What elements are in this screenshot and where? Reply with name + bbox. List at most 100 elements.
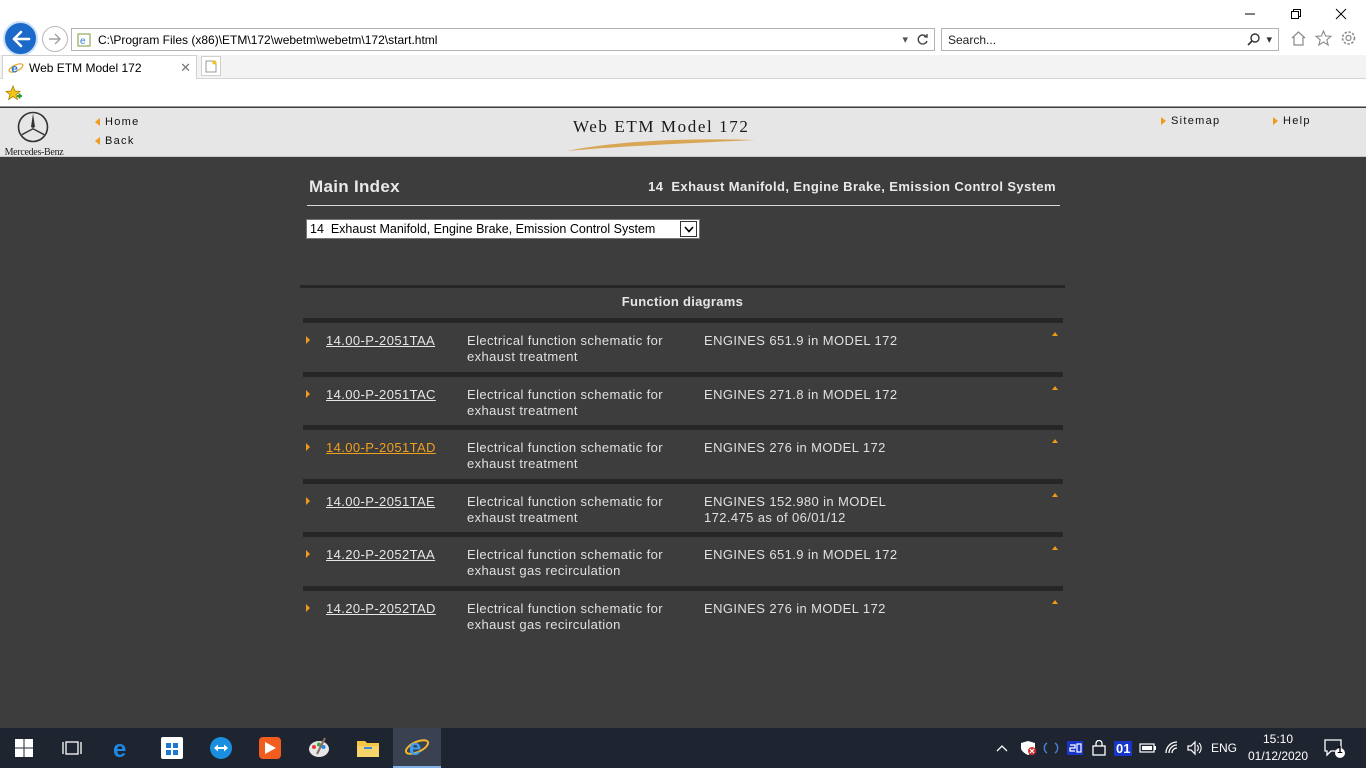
sync-icon [1043,742,1059,754]
diagram-engine: ENGINES 276 in MODEL 172 [704,600,886,616]
restore-button[interactable] [1273,0,1319,28]
tab-close-icon[interactable]: ✕ [180,60,191,76]
address-bar[interactable]: e C:\Program Files (x86)\ETM\172\webetm\… [71,28,935,51]
section-title: 14 Exhaust Manifold, Engine Brake, Emiss… [648,179,1056,194]
tray-badge-01[interactable]: 01 [1114,728,1133,768]
back-to-top-icon[interactable] [1052,492,1058,497]
svg-text:e: e [409,735,421,760]
diagram-link[interactable]: 14.00-P-2051TAC [326,387,436,402]
search-box[interactable]: Search... ▾ [941,28,1279,51]
settings-gear-icon[interactable] [1340,29,1357,46]
back-to-top-icon[interactable] [1052,599,1058,604]
action-center-button[interactable]: 1 [1324,728,1346,768]
section-select[interactable]: 14 Exhaust Manifold, Engine Brake, Emiss… [306,219,700,239]
diagram-link[interactable]: 14.00-P-2051TAD [326,440,436,455]
search-icon[interactable] [1247,33,1261,46]
diagram-engine: ENGINES 276 in MODEL 172 [704,440,886,456]
list-item: 14.20-P-2052TAA Electrical function sche… [303,532,1063,586]
task-view-icon [62,741,82,755]
tray-app-icon-a[interactable] [1066,728,1084,768]
minimize-button[interactable] [1227,0,1273,28]
back-link-label[interactable]: Back [105,135,135,147]
function-diagrams-heading: Function diagrams [621,294,744,309]
favorites-star-icon[interactable] [1315,29,1332,46]
home-link[interactable]: Home [95,116,140,128]
taskbar-store[interactable] [148,728,196,768]
diagram-link[interactable]: 14.20-P-2052TAA [326,547,435,562]
diagram-link[interactable]: 14.00-P-2051TAA [326,333,435,348]
back-to-top-icon[interactable] [1052,546,1058,551]
refresh-icon[interactable] [916,33,929,46]
tray-security-icon[interactable] [1019,728,1037,768]
browser-tab[interactable]: e Web ETM Model 172 ✕ [2,55,197,79]
clock-time: 15:10 [1262,732,1294,746]
chevron-down-icon[interactable] [680,221,697,237]
list-item: 14.00-P-2051TAC Electrical function sche… [303,371,1063,426]
section-divider [300,285,1065,288]
tray-volume-icon[interactable] [1186,728,1204,768]
address-url[interactable]: C:\Program Files (x86)\ETM\172\webetm\we… [98,33,902,47]
taskbar-edge[interactable]: e [99,728,147,768]
folder-icon [357,741,379,757]
help-link-label[interactable]: Help [1283,115,1311,127]
home-icon[interactable] [1290,29,1307,46]
back-link[interactable]: Back [95,135,135,147]
section-select-value[interactable]: 14 Exhaust Manifold, Engine Brake, Emiss… [307,222,680,236]
mercedes-logo: Mercedes-Benz [2,110,66,158]
task-view-button[interactable] [48,728,96,768]
forward-button[interactable] [42,26,68,52]
chevron-up-icon [996,745,1008,752]
store-icon [161,737,183,759]
taskbar: e e 01 ENG 15:10 01/12/2020 1 [0,728,1366,768]
taskbar-internet-explorer[interactable]: e [393,728,441,768]
clock[interactable]: 15:10 01/12/2020 [1240,731,1316,765]
diagram-description: Electrical function schematic for exhaus… [467,493,663,525]
show-hidden-icons[interactable] [996,728,1008,768]
diagram-link[interactable]: 14.00-P-2051TAE [326,494,435,509]
tray-network-icon[interactable] [1164,728,1182,768]
title-swoosh-icon [567,139,755,151]
tray-power-icon[interactable] [1139,728,1157,768]
etm-header: Mercedes-Benz Home Back Web ETM Model 17… [0,108,1366,158]
row-separator [303,318,1063,323]
diagram-engine: ENGINES 651.9 in MODEL 172 [704,333,898,348]
back-to-top-icon[interactable] [1052,385,1058,390]
edge-icon: e [113,736,126,760]
tray-app-icon-b[interactable] [1091,728,1107,768]
back-arrow-icon [12,30,30,47]
diagram-link[interactable]: 14.20-P-2052TAD [326,601,436,616]
battery-icon [1139,743,1156,753]
search-input[interactable]: Search... [948,33,1247,47]
start-button[interactable] [0,728,48,768]
back-button[interactable] [3,21,38,56]
taskbar-paint[interactable] [295,728,343,768]
back-to-top-icon[interactable] [1052,332,1058,336]
title-divider [307,205,1060,206]
svg-text:e: e [11,61,18,75]
address-dropdown-icon[interactable]: ▾ [902,33,908,46]
add-favorite-icon[interactable] [5,85,23,101]
help-link[interactable]: Help [1273,115,1311,127]
language-indicator[interactable]: ENG [1211,728,1237,768]
taskbar-teamviewer[interactable] [197,728,245,768]
bullet-arrow-icon [306,496,310,505]
sitemap-link[interactable]: Sitemap [1161,115,1220,127]
back-to-top-icon[interactable] [1052,439,1058,444]
etm-title: Web ETM Model 172 [573,117,750,136]
tray-sync-icon[interactable] [1043,728,1059,768]
new-tab-button[interactable] [201,56,221,76]
bullet-arrow-icon [306,603,310,612]
home-link-label[interactable]: Home [105,116,140,128]
diagram-description: Electrical function schematic for exhaus… [467,600,663,632]
close-window-button[interactable] [1318,0,1364,28]
taskbar-file-explorer[interactable] [344,728,392,768]
new-tab-icon [205,60,217,72]
diagram-description: Electrical function schematic for exhaus… [467,440,663,472]
row-separator [303,478,1063,484]
search-dropdown-icon[interactable]: ▾ [1266,33,1272,46]
bullet-arrow-icon [306,336,310,344]
speaker-icon [1187,740,1202,756]
sitemap-link-label[interactable]: Sitemap [1171,115,1220,127]
taskbar-app-orange[interactable] [246,728,294,768]
list-item: 14.00-P-2051TAE Electrical function sche… [303,478,1063,533]
